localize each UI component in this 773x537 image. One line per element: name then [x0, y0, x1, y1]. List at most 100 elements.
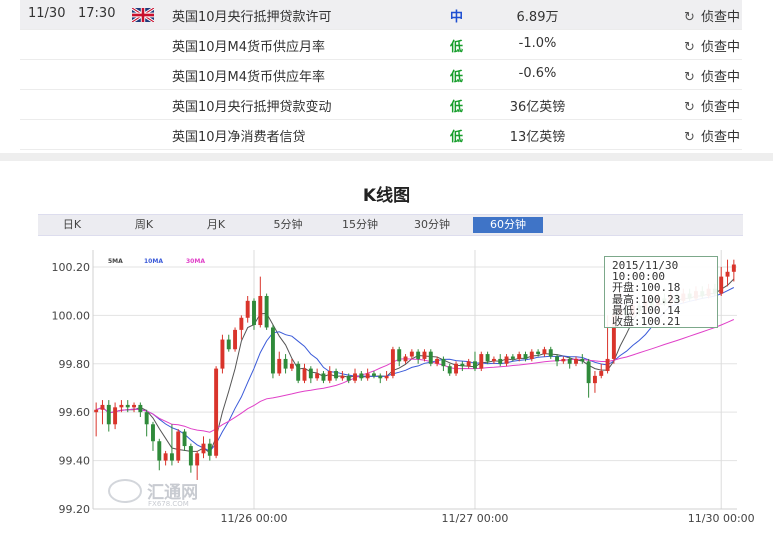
candle-body [523, 354, 528, 359]
candle-body [277, 358, 282, 374]
candle-body [384, 375, 389, 379]
candle-body [182, 431, 187, 447]
candle-body [353, 373, 357, 381]
candle-body [346, 375, 351, 381]
candle-body [119, 404, 124, 408]
candle-body [252, 300, 256, 326]
candle-body [555, 356, 560, 362]
watermark: 汇通网 FX678.COM [108, 478, 198, 508]
legend-10ma: 10MA [144, 258, 163, 265]
candle-body [460, 363, 465, 367]
x-tick-label: 11/26 00:00 [221, 512, 288, 525]
candle-body [113, 407, 118, 425]
candle-body [144, 412, 149, 425]
candle-body [308, 368, 313, 379]
y-tick-label: 100.20 [52, 261, 91, 274]
y-tick-label: 99.80 [59, 358, 91, 371]
tooltip-close: 收盘:100.21 [612, 315, 681, 329]
candle-body [138, 404, 143, 413]
candle-body [106, 404, 111, 425]
candle-body [580, 358, 585, 362]
candle-body [504, 356, 509, 364]
candle-body [264, 295, 269, 328]
y-tick-label: 99.40 [59, 455, 91, 468]
candle-body [517, 354, 522, 359]
candle-body [397, 349, 402, 362]
candle-body [372, 373, 376, 376]
legend-30ma: 30MA [186, 258, 205, 265]
watermark-logo-icon [108, 478, 142, 503]
candle-body [327, 371, 332, 381]
candle-body [409, 351, 414, 357]
candle-body [447, 366, 452, 374]
candle-body [435, 358, 440, 364]
candle-body [289, 363, 294, 369]
candle-body [574, 358, 578, 364]
candle-body [302, 368, 307, 381]
candle-body [599, 371, 604, 376]
candle-body [473, 361, 477, 369]
candle-body [188, 446, 193, 466]
candle-body [416, 351, 421, 359]
candle-body [403, 356, 408, 362]
candle-body [498, 358, 503, 364]
candle-body [359, 373, 364, 379]
candle-body [441, 358, 446, 367]
candle-body [270, 327, 275, 374]
candle-body [334, 371, 339, 379]
candle-body [378, 375, 383, 379]
y-tick-label: 99.20 [59, 503, 91, 516]
candle-body [125, 404, 130, 408]
candle-body [296, 363, 301, 381]
candle-body [207, 443, 212, 456]
candle-body [479, 354, 484, 369]
candle-body [94, 409, 99, 413]
candle-body [491, 358, 496, 362]
candle-body [245, 300, 250, 318]
candle-body [485, 354, 490, 362]
candle-body [586, 361, 591, 384]
candle-body [157, 441, 162, 461]
candle-body [454, 363, 458, 374]
candle-body [548, 349, 553, 357]
ohlc-tooltip: 2015/11/30 10:00:00 开盘:100.18 最高:100.23 … [604, 256, 718, 328]
candle-body [151, 424, 155, 442]
x-tick-label: 11/27 00:00 [442, 512, 509, 525]
candle-body [529, 351, 534, 359]
candle-body [536, 351, 541, 355]
y-tick-label: 99.60 [59, 406, 91, 419]
candle-body [592, 375, 597, 384]
candle-body [725, 271, 730, 277]
legend-5ma: 5MA [108, 258, 123, 265]
candle-body [731, 264, 736, 272]
candle-body [390, 349, 395, 376]
candle-body [100, 404, 105, 410]
candle-body [561, 358, 566, 362]
candle-body [283, 358, 288, 369]
candle-body [201, 443, 206, 454]
candle-body [422, 351, 427, 359]
candle-body [233, 329, 238, 350]
candle-body [214, 368, 219, 456]
candle-body [542, 349, 547, 355]
candle-body [226, 339, 231, 350]
candle-body [163, 453, 168, 461]
candle-body [239, 317, 244, 330]
candle-body [466, 361, 471, 367]
candle-body [258, 295, 263, 326]
candle-body [132, 404, 136, 408]
candle-body [510, 356, 515, 359]
candle-body [220, 339, 225, 369]
y-tick-label: 100.00 [52, 309, 91, 322]
candle-body [365, 373, 370, 379]
candle-body [321, 373, 326, 381]
candle-body [719, 276, 724, 294]
candle-body [169, 453, 174, 461]
candle-body [567, 358, 572, 364]
ma30-line [96, 319, 735, 433]
x-tick-label: 11/30 00:00 [688, 512, 755, 525]
candle-body [605, 358, 610, 372]
candle-body [195, 453, 200, 466]
candle-body [315, 373, 320, 379]
candle-body [428, 351, 433, 364]
